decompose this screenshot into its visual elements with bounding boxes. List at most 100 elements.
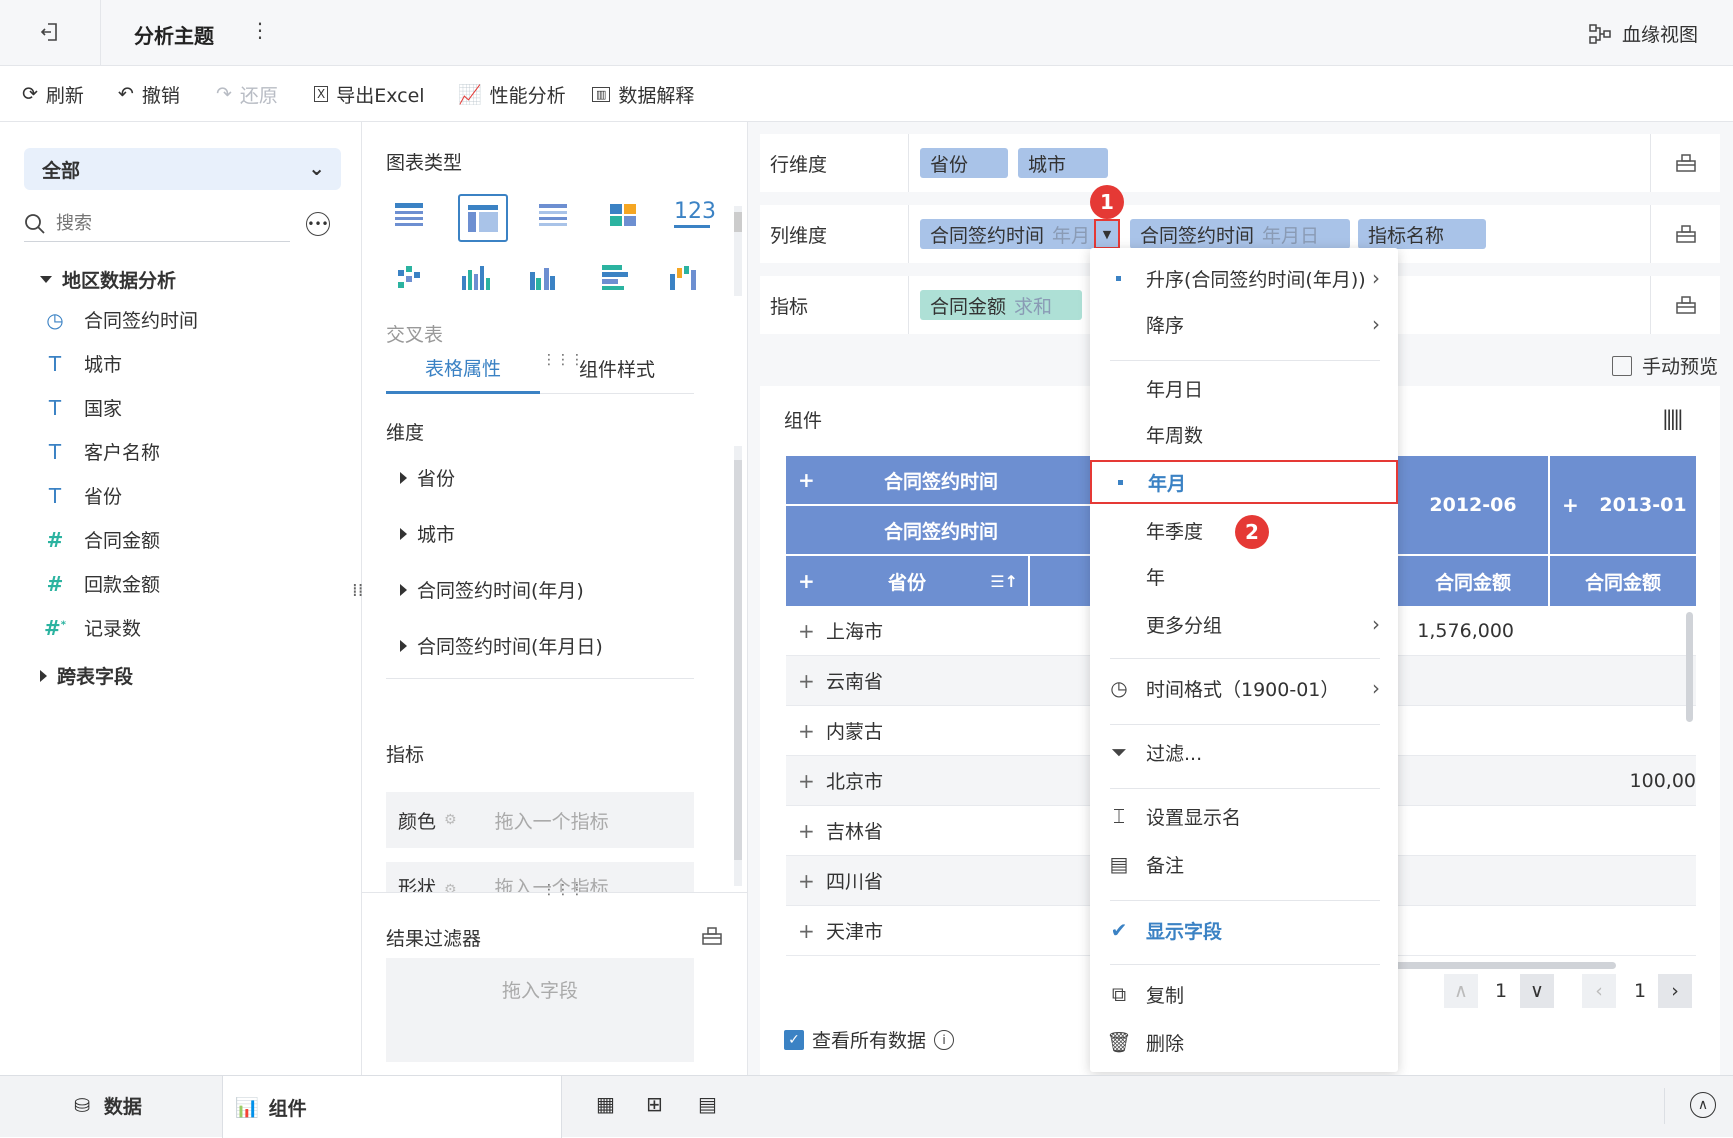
field-item[interactable]: # 回款金额 bbox=[44, 570, 160, 597]
crosstab-chart-icon[interactable] bbox=[458, 194, 508, 242]
filter-icon: ⏷ bbox=[1111, 740, 1127, 764]
performance-button[interactable]: 📈 性能分析 bbox=[458, 66, 566, 122]
expand-icon[interactable]: + bbox=[1562, 493, 1579, 517]
bottom-bar: ⛁ 数据 📊 组件 ▦ ⊞ ▤ ∧ bbox=[0, 1075, 1733, 1138]
menu-item-filter[interactable]: ⏷ 过滤... bbox=[1090, 730, 1398, 774]
scope-select[interactable]: 全部 ⌄ bbox=[24, 148, 341, 190]
dimension-item[interactable]: 城市 bbox=[400, 520, 455, 547]
lock-icon[interactable] bbox=[700, 924, 724, 948]
export-excel-button[interactable]: X 导出Excel bbox=[314, 66, 425, 122]
menu-item-year-week[interactable]: 年周数 bbox=[1090, 412, 1398, 456]
menu-item-year[interactable]: 年 bbox=[1090, 554, 1398, 598]
props-scrollbar[interactable] bbox=[734, 446, 742, 886]
expand-icon[interactable]: + bbox=[798, 569, 815, 593]
field-item[interactable]: ◷ 合同签约时间 bbox=[44, 306, 198, 333]
field-item[interactable]: T 省份 bbox=[44, 482, 122, 509]
field-item[interactable]: # 合同金额 bbox=[44, 526, 160, 553]
detail-table-icon[interactable] bbox=[536, 200, 570, 230]
column-chart-icon[interactable] bbox=[458, 262, 492, 292]
splitter-handle-icon[interactable]: ⋮⋮⋮ bbox=[542, 882, 584, 898]
pager-up-button[interactable]: ∧ bbox=[1444, 974, 1478, 1008]
menu-item-descending[interactable]: 降序 › bbox=[1090, 302, 1398, 346]
menu-item-note[interactable]: ▤ 备注 bbox=[1090, 842, 1398, 886]
menu-item-ascending[interactable]: 升序(合同签约时间(年月)) › bbox=[1090, 256, 1398, 300]
menu-item-year-month[interactable]: 年月 bbox=[1090, 460, 1398, 504]
table-chart-icon[interactable] bbox=[392, 200, 426, 230]
expand-icon[interactable]: + bbox=[798, 819, 815, 843]
search-field[interactable] bbox=[24, 206, 290, 242]
search-input[interactable] bbox=[56, 213, 256, 234]
chevron-down-icon: ⌄ bbox=[308, 156, 325, 180]
number-card-icon[interactable]: 123 bbox=[674, 198, 716, 228]
dimension-item[interactable]: 合同签约时间(年月) bbox=[400, 576, 584, 603]
add-component-icon[interactable]: ▦ bbox=[596, 1092, 615, 1116]
view-all-data-checkbox[interactable]: ✓ 查看所有数据 i bbox=[784, 1026, 955, 1053]
barcode-icon[interactable]: ||||| bbox=[1662, 406, 1684, 430]
menu-item-ymd[interactable]: 年月日 bbox=[1090, 366, 1398, 410]
expand-icon[interactable]: + bbox=[798, 719, 815, 743]
field-item[interactable]: T 城市 bbox=[44, 350, 122, 377]
row-chip-province[interactable]: 省份 bbox=[920, 148, 1008, 178]
sort-icon[interactable]: ☰↑ bbox=[990, 572, 1018, 591]
col-chip-contract-time-ym[interactable]: 合同签约时间 年月 bbox=[920, 219, 1120, 249]
exit-icon[interactable] bbox=[36, 18, 64, 46]
tab-component[interactable]: 📊 组件 bbox=[222, 1076, 562, 1138]
refresh-button[interactable]: ⟳ 刷新 bbox=[22, 66, 84, 122]
tab-component-style[interactable]: 组件样式 bbox=[540, 344, 694, 394]
undo-button[interactable]: ↶ 撤销 bbox=[118, 66, 180, 122]
metric-chip-contract-amount[interactable]: 合同金额 求和 bbox=[920, 290, 1082, 320]
scatter-bar-icon[interactable] bbox=[392, 262, 426, 292]
more-icon[interactable]: ⋮ bbox=[250, 18, 270, 42]
bar-chart-icon[interactable] bbox=[598, 262, 632, 292]
pager-down-button[interactable]: ∨ bbox=[1520, 974, 1554, 1008]
field-item[interactable]: T 客户名称 bbox=[44, 438, 160, 465]
chevron-right-icon: › bbox=[1372, 676, 1380, 700]
lineage-view-button[interactable]: 血缘视图 bbox=[1588, 20, 1698, 47]
chart-scrollbar[interactable] bbox=[734, 206, 742, 296]
field-item[interactable]: T 国家 bbox=[44, 394, 122, 421]
menu-item-show-field[interactable]: ✔ 显示字段 bbox=[1090, 908, 1398, 952]
grouped-column-icon[interactable] bbox=[526, 262, 560, 292]
menu-item-delete[interactable]: 🗑 删除 bbox=[1090, 1020, 1398, 1064]
expand-icon[interactable]: + bbox=[798, 669, 815, 693]
dimension-item[interactable]: 省份 bbox=[400, 464, 455, 491]
menu-item-rename[interactable]: ⌶ 设置显示名 bbox=[1090, 794, 1398, 838]
collapse-up-icon[interactable]: ∧ bbox=[1690, 1092, 1716, 1118]
more-options-icon[interactable]: ••• bbox=[306, 212, 330, 236]
chip-dropdown-button[interactable]: ▼ bbox=[1094, 219, 1120, 249]
shape-drop-zone[interactable]: 形状 ⚙ 拖入一个指标 bbox=[386, 862, 694, 892]
field-item[interactable]: #* 记录数 bbox=[44, 614, 141, 641]
kpi-card-icon[interactable] bbox=[606, 200, 640, 230]
menu-item-time-format[interactable]: ◷ 时间格式（1900-01） › bbox=[1090, 666, 1398, 710]
group-node-cross[interactable]: 跨表字段 bbox=[40, 662, 133, 689]
add-table-icon[interactable]: ▤ bbox=[698, 1092, 717, 1116]
expand-icon[interactable]: + bbox=[798, 468, 815, 492]
manual-preview-checkbox[interactable]: 手动预览 bbox=[1612, 352, 1718, 379]
menu-item-copy[interactable]: ⧉ 复制 bbox=[1090, 972, 1398, 1016]
menu-item-more-grouping[interactable]: 更多分组 › bbox=[1090, 602, 1398, 646]
dimension-item[interactable]: 合同签约时间(年月日) bbox=[400, 632, 603, 659]
search-icon bbox=[25, 213, 45, 234]
info-icon[interactable]: i bbox=[934, 1029, 955, 1050]
pager-prev-button[interactable]: ‹ bbox=[1582, 974, 1616, 1008]
expand-icon[interactable]: + bbox=[798, 769, 815, 793]
table-vscroll[interactable] bbox=[1686, 612, 1693, 722]
filter-drop-zone[interactable]: 拖入字段 bbox=[386, 958, 694, 1062]
waterfall-chart-icon[interactable] bbox=[666, 262, 700, 292]
pager-next-button[interactable]: › bbox=[1658, 974, 1692, 1008]
col-chip-metric-name[interactable]: 指标名称 bbox=[1358, 219, 1486, 249]
data-explain-button[interactable]: ▥ 数据解释 bbox=[592, 66, 694, 122]
add-panel-icon[interactable]: ⊞ bbox=[646, 1092, 663, 1116]
row-dimension-zone[interactable]: 行维度 省份 城市 bbox=[760, 134, 1720, 192]
col-chip-contract-time-ymd[interactable]: 合同签约时间 年月日 bbox=[1130, 219, 1350, 249]
group-node-region[interactable]: 地区数据分析 bbox=[40, 266, 176, 293]
expand-icon[interactable]: + bbox=[798, 619, 815, 643]
color-drop-zone[interactable]: 颜色 ⚙ 拖入一个指标 bbox=[386, 792, 694, 848]
expand-icon[interactable]: + bbox=[798, 869, 815, 893]
tab-data[interactable]: ⛁ 数据 bbox=[74, 1092, 142, 1119]
row-chip-city[interactable]: 城市 bbox=[1018, 148, 1108, 178]
redo-button[interactable]: ↷ 还原 bbox=[216, 66, 278, 122]
expand-icon[interactable]: + bbox=[798, 919, 815, 943]
field-context-menu: 升序(合同签约时间(年月)) › 降序 › 年月日 年周数 年月 年季度 年 更多分… bbox=[1090, 248, 1398, 1072]
tab-table-properties[interactable]: 表格属性 bbox=[386, 344, 540, 394]
